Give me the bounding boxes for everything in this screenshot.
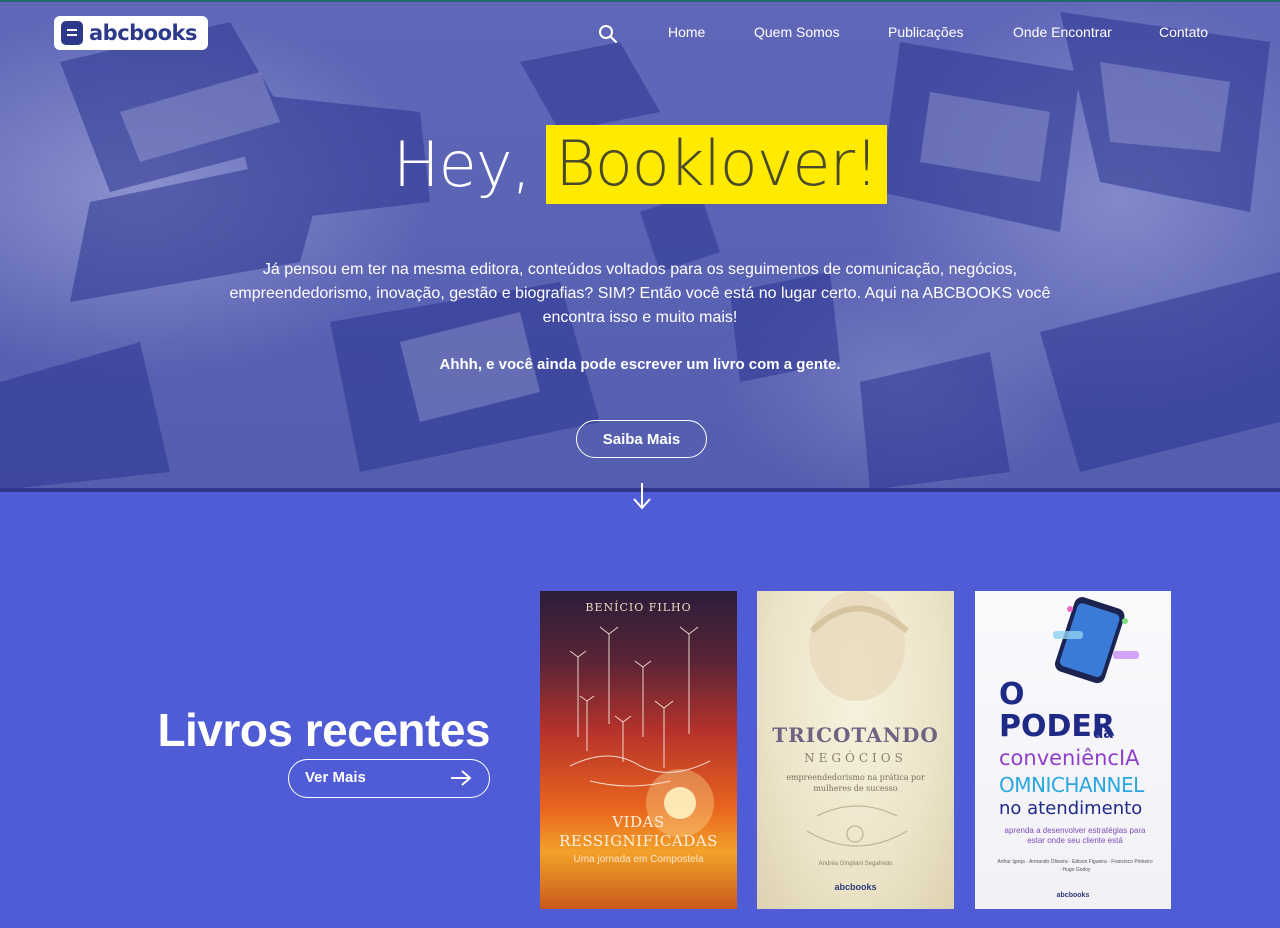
book-cover-poder-da-conveniencia[interactable]: O PODER da conveniêncIA OMNICHANNEL no a… bbox=[975, 591, 1171, 909]
book-author: Andréa Gingliani Segafredo bbox=[818, 861, 893, 867]
book-authors: Arthur Igreja · Armando Oliveira · Ediso… bbox=[997, 859, 1153, 873]
book-title-o: O bbox=[999, 677, 1025, 712]
hero-title: Hey, Booklover! bbox=[0, 122, 1280, 206]
nav-home[interactable]: Home bbox=[668, 24, 705, 40]
book-title: VIDAS RESSIGNIFICADAS bbox=[559, 813, 718, 850]
book-cover-tricotando-negocios[interactable]: TRICOTANDO NEGÓCIOS empreendedorismo na … bbox=[757, 591, 954, 909]
book-author: BENÍCIO FILHO bbox=[585, 601, 692, 614]
hero-title-prefix: Hey, bbox=[393, 127, 531, 201]
nav-publicacoes[interactable]: Publicações bbox=[888, 24, 964, 40]
search-icon[interactable] bbox=[597, 23, 619, 45]
book-title-da: da bbox=[1093, 723, 1113, 742]
main-nav: Home Quem Somos Publicações Onde Encontr… bbox=[0, 24, 1280, 44]
publisher-logo: abcbooks bbox=[834, 882, 877, 892]
book-cover-vidas-ressignificadas[interactable]: BENÍCIO FILHO VIDAS RESSIGNIFICADAS Uma … bbox=[540, 591, 737, 909]
hero-strong-line: Ahhh, e você ainda pode escrever um livr… bbox=[439, 356, 841, 373]
book-subtitle: NEGÓCIOS bbox=[804, 751, 907, 765]
nav-onde-encontrar[interactable]: Onde Encontrar bbox=[1013, 24, 1112, 40]
arrow-down-icon[interactable] bbox=[630, 481, 654, 511]
recent-books-title: Livros recentes bbox=[157, 704, 490, 756]
hero-section: abcbooks Home Quem Somos Publicações Ond… bbox=[0, 2, 1280, 490]
saiba-mais-button[interactable]: Saiba Mais bbox=[576, 420, 707, 458]
book-title: TRICOTANDO bbox=[772, 723, 939, 747]
book-title-conveniencia: conveniêncIA bbox=[999, 746, 1140, 770]
ver-mais-label: Ver Mais bbox=[305, 769, 366, 786]
book-tagline: empreendedorismo na prática por mulheres… bbox=[786, 773, 925, 793]
book-title-atendimento: no atendimento bbox=[999, 798, 1143, 819]
hero-title-highlight: Booklover! bbox=[546, 124, 887, 204]
arrow-right-icon bbox=[451, 770, 472, 786]
publisher-logo: abcbooks bbox=[1056, 892, 1090, 899]
flying-books-background bbox=[0, 12, 1280, 490]
nav-quem-somos[interactable]: Quem Somos bbox=[754, 24, 840, 40]
ver-mais-button[interactable]: Ver Mais bbox=[288, 759, 490, 798]
hero-paragraph: Já pensou em ter na mesma editora, conte… bbox=[229, 261, 1051, 326]
book-title-omnichannel: OMNICHANNEL bbox=[999, 773, 1144, 797]
nav-contato[interactable]: Contato bbox=[1159, 24, 1208, 40]
book-tagline: aprenda a desenvolver estratégias para e… bbox=[1004, 826, 1146, 845]
book-subtitle: Uma jornada em Compostela bbox=[573, 854, 704, 865]
